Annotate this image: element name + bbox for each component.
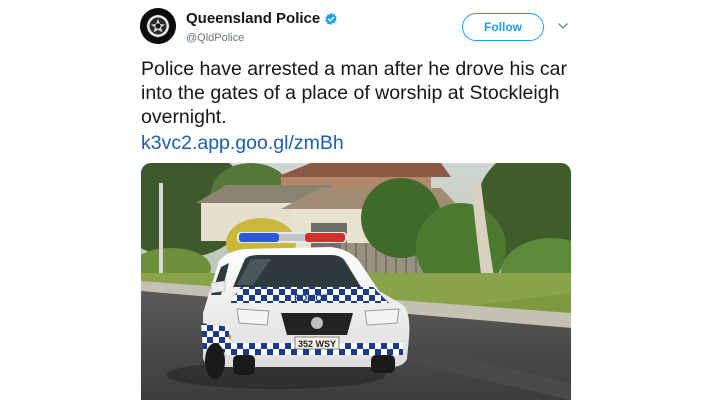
verified-badge-icon: [325, 12, 337, 25]
car-livery-text: POLICE: [294, 293, 328, 303]
police-badge-icon: [140, 8, 176, 44]
account-handle: @QldPolice: [186, 32, 245, 44]
tweet-text: Police have arrested a man after he drov…: [141, 58, 567, 128]
follow-button[interactable]: Follow: [462, 13, 544, 41]
name-row: Queensland Police: [186, 10, 338, 27]
tweet-link[interactable]: k3vc2.app.goo.gl/zmBh: [141, 131, 344, 155]
account-name[interactable]: Queensland Police: [186, 10, 320, 27]
chevron-down-icon[interactable]: [556, 19, 570, 33]
tweet-photo[interactable]: POLICE 352 WSY: [141, 163, 571, 400]
number-plate: 352 WSY: [298, 339, 336, 349]
avatar[interactable]: [140, 8, 176, 44]
police-car-photo: POLICE 352 WSY: [141, 163, 571, 400]
